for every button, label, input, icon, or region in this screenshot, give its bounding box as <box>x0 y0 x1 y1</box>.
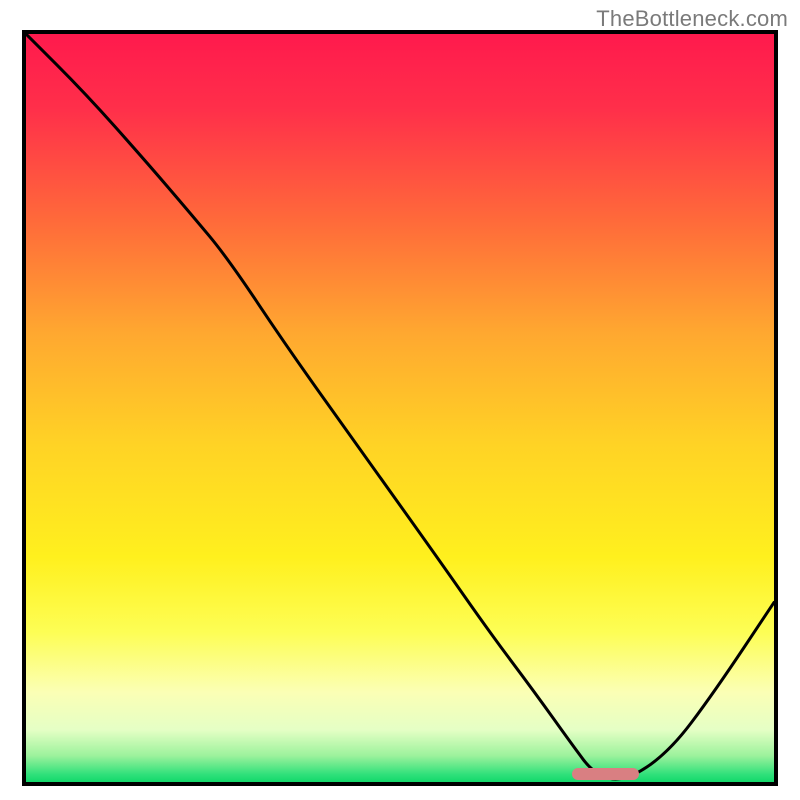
chart-frame <box>22 30 778 786</box>
chart-plot-area <box>26 34 774 782</box>
chart-stage: TheBottleneck.com <box>0 0 800 800</box>
watermark-text: TheBottleneck.com <box>596 6 788 32</box>
optimal-marker <box>572 768 639 780</box>
chart-svg <box>26 34 774 782</box>
chart-background <box>26 34 774 782</box>
